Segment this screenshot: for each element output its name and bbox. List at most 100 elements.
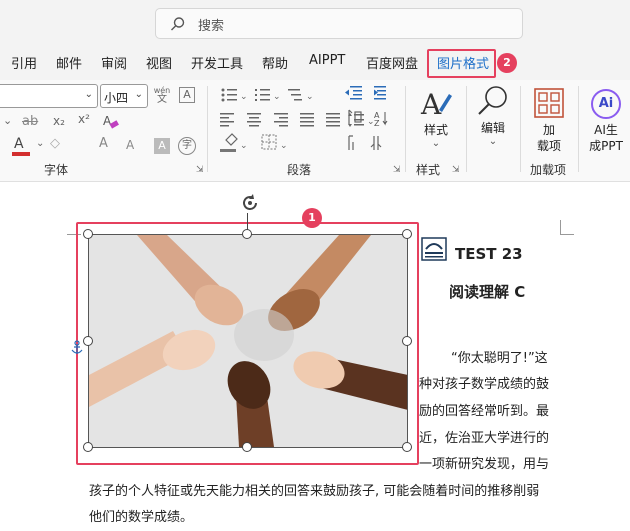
ribbon-tabs: 引用 邮件 审阅 视图 开发工具 帮助 AIPPT 百度网盘 图片格式 [0, 44, 630, 80]
multilevel-list-icon[interactable] [288, 89, 302, 101]
divider [520, 86, 521, 172]
tab-developer[interactable]: 开发工具 [191, 53, 243, 72]
chevron-down-icon: ⌄ [488, 136, 498, 147]
tab-mailings[interactable]: 邮件 [56, 53, 82, 72]
align-center-icon[interactable] [247, 113, 261, 127]
ribbon: ⌄ 小四 ⌄ wén 文 A ⌄ ab x₂ x² A A ⌄ ◇ A A A … [0, 80, 630, 182]
doc-line: 一项新研究发现，用与 [419, 457, 550, 472]
chinese-layout-icon[interactable] [348, 109, 362, 124]
group-label-addins: 加载项 [530, 163, 567, 177]
superscript-button[interactable]: x² [78, 112, 90, 126]
font-dialog-launcher-icon[interactable]: ⇲ [196, 165, 204, 175]
char-shading-letter: A [158, 139, 166, 152]
chevron-down-icon: ⌄ [84, 89, 93, 100]
font-color-letter: A [14, 136, 24, 152]
resize-handle-top-left[interactable] [83, 229, 93, 239]
svg-text:A: A [420, 88, 442, 120]
tab-references[interactable]: 引用 [11, 53, 37, 72]
align-left-icon[interactable] [220, 113, 234, 127]
chevron-down-icon: ⌄ [280, 141, 288, 151]
show-marks-icon[interactable] [348, 135, 354, 150]
char-shading-button[interactable]: A [154, 138, 170, 154]
ai-ppt-button[interactable]: Ai AI生 成PPT [584, 86, 628, 156]
title-decoration-icon [421, 237, 447, 261]
group-label-font: 字体 [44, 163, 69, 177]
anchor-icon[interactable] [70, 340, 84, 356]
subscript-button[interactable]: x₂ [53, 114, 65, 128]
addins-label-2: 载项 [536, 139, 561, 153]
strikethrough-button[interactable]: ab [22, 114, 38, 129]
tab-view[interactable]: 视图 [146, 53, 172, 72]
search-icon [171, 17, 185, 31]
divider [207, 86, 208, 172]
tab-review[interactable]: 审阅 [101, 53, 127, 72]
divider [405, 86, 406, 172]
margin-guide [560, 220, 561, 234]
doc-heading-test: TEST 23 [455, 245, 523, 263]
divider [466, 86, 467, 172]
clear-formatting-icon[interactable]: A [102, 113, 120, 131]
asian-layout-icon[interactable] [370, 136, 382, 150]
ai-label-1: AI生 [594, 123, 618, 137]
shrink-font-button[interactable]: A [126, 138, 134, 152]
justify-icon[interactable] [300, 113, 314, 127]
chevron-down-icon[interactable]: ⌄ [36, 138, 44, 149]
doc-heading-reading: 阅读理解 C [449, 283, 526, 301]
align-right-icon[interactable] [274, 113, 288, 127]
ai-icon-text: Ai [598, 96, 614, 111]
styles-button[interactable]: A 样式 ⌄ [415, 86, 457, 156]
borders-icon[interactable] [261, 134, 277, 150]
sort-icon[interactable]: A Z [374, 111, 388, 128]
resize-handle-top[interactable] [242, 229, 252, 239]
increase-indent-icon[interactable] [374, 86, 386, 100]
addins-button[interactable]: 加 载项 [528, 86, 570, 156]
chevron-down-icon: ⌄ [240, 92, 248, 102]
decrease-indent-icon[interactable] [345, 86, 362, 100]
font-name-dropdown[interactable]: ⌄ [0, 84, 98, 108]
tab-help[interactable]: 帮助 [262, 53, 288, 72]
chevron-down-icon: ⌄ [240, 141, 248, 151]
rotate-handle-line [247, 213, 248, 230]
group-label-styles: 样式 [416, 163, 441, 177]
enclose-characters-button[interactable]: 字 [178, 137, 196, 155]
resize-handle-right[interactable] [402, 336, 412, 346]
svg-text:Z: Z [374, 119, 380, 128]
styles-dialog-launcher-icon[interactable]: ⇲ [452, 165, 460, 175]
font-color-button[interactable]: A [12, 136, 34, 158]
resize-handle-bottom-left[interactable] [83, 442, 93, 452]
doc-line: 他们的数学成绩。 [89, 510, 194, 525]
resize-handle-bottom-right[interactable] [402, 442, 412, 452]
chevron-down-icon[interactable]: ⌄ [3, 114, 12, 127]
chevron-down-icon: ⌄ [431, 138, 441, 149]
grow-font-button[interactable]: A [99, 136, 108, 151]
char-border-icon[interactable]: A [179, 87, 195, 103]
tab-highlight-box [427, 49, 496, 78]
resize-handle-left[interactable] [83, 336, 93, 346]
phonetic-guide-icon[interactable]: wén 文 [152, 86, 172, 105]
font-size-dropdown[interactable]: 小四 ⌄ [100, 84, 148, 108]
shading-icon[interactable] [220, 133, 238, 152]
tab-aippt[interactable]: AIPPT [309, 53, 345, 68]
chevron-down-icon: ⌄ [306, 92, 314, 102]
chevron-down-icon: ⌄ [273, 92, 281, 102]
tab-baidu-netdisk[interactable]: 百度网盘 [366, 53, 418, 72]
numbering-icon[interactable] [255, 89, 270, 101]
font-size-value: 小四 [104, 91, 129, 105]
doc-line: 种对孩子数学成绩的鼓 [419, 377, 550, 392]
doc-line: 近，佐治亚大学进行的 [419, 431, 550, 446]
text-effects-icon[interactable]: ◇ [50, 136, 60, 151]
distributed-icon[interactable] [326, 113, 340, 127]
bullets-icon[interactable] [221, 88, 238, 102]
doc-line: 励的回答经常听到。最 [419, 404, 550, 419]
editing-button[interactable]: 编辑 ⌄ [473, 84, 513, 154]
resize-handle-top-right[interactable] [402, 229, 412, 239]
rotate-handle-icon[interactable] [238, 191, 262, 215]
resize-handle-bottom[interactable] [242, 442, 252, 452]
styles-icon: A [420, 88, 452, 120]
phonetic-bottom: 文 [157, 94, 167, 105]
search-placeholder: 搜索 [198, 19, 225, 34]
search-box[interactable]: 搜索 [155, 8, 523, 39]
chevron-down-icon: ⌄ [134, 89, 143, 100]
paragraph-dialog-launcher-icon[interactable]: ⇲ [393, 165, 401, 175]
font-color-bar [12, 152, 30, 156]
